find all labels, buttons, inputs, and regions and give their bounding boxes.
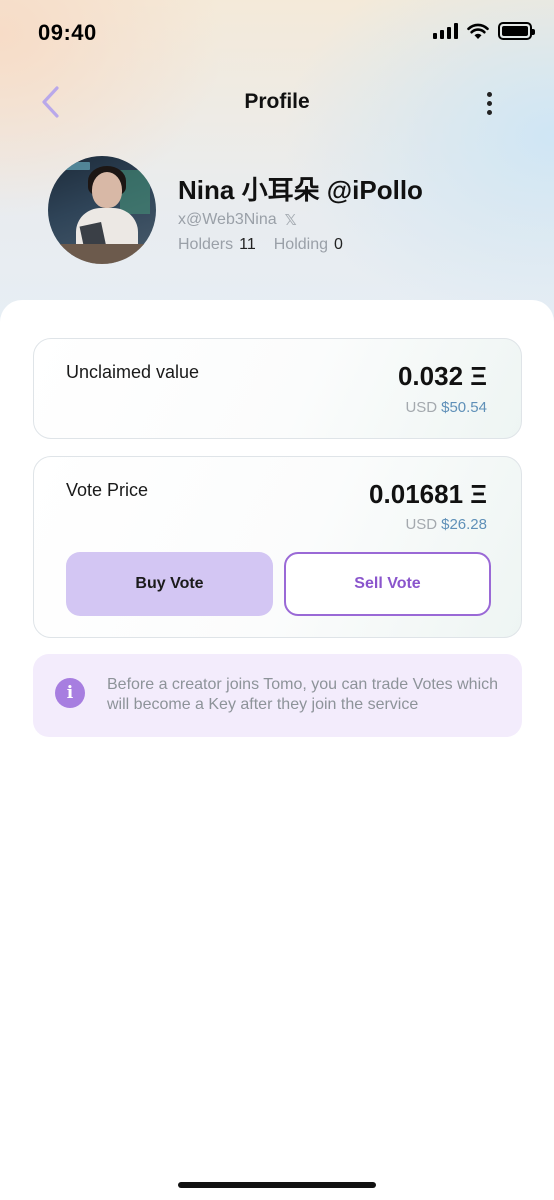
home-indicator[interactable]	[178, 1182, 376, 1188]
status-bar: 09:40	[0, 0, 554, 66]
holding-value: 0	[334, 236, 343, 253]
vote-price-label: Vote Price	[66, 480, 149, 500]
info-text: Before a creator joins Tomo, you can tra…	[107, 676, 499, 713]
signal-icon	[433, 23, 458, 39]
page-title: Profile	[244, 90, 310, 113]
more-vertical-icon	[486, 91, 492, 97]
unclaimed-label: Unclaimed value	[66, 362, 200, 382]
status-time: 09:40	[38, 20, 97, 45]
avatar-detail	[54, 162, 90, 170]
unclaimed-amount: 0.032 Ξ	[397, 361, 487, 391]
battery-icon	[498, 22, 535, 40]
info-icon: i	[55, 678, 85, 708]
avatar-detail	[48, 244, 156, 264]
holding-label: Holding	[273, 236, 329, 253]
vote-price-card: Vote Price 0.01681 Ξ USD $26.28 Buy Vote …	[33, 456, 522, 638]
navigation-bar: Profile	[0, 80, 554, 126]
avatar-detail	[92, 172, 122, 208]
handle-row[interactable]: x@Web3Nina 𝕏	[178, 211, 297, 229]
sell-vote-button[interactable]: Sell Vote	[284, 552, 491, 616]
vote-price-amount: 0.01681 Ξ	[369, 479, 487, 509]
more-dot	[486, 109, 492, 115]
profile-stats: Holders 11 Holding 0	[178, 236, 343, 254]
unclaimed-value-card: Unclaimed value 0.032 Ξ USD $50.54	[33, 338, 522, 439]
usd-label: USD	[405, 399, 438, 416]
avatar[interactable]	[48, 156, 156, 264]
status-icons	[433, 22, 535, 40]
vote-price-usd: USD $26.28	[405, 516, 487, 533]
vote-usd-value: $26.28	[441, 516, 487, 533]
wifi-icon	[467, 23, 489, 39]
usd-label: USD	[405, 516, 438, 533]
profile-summary: Nina 小耳朵 @iPollo x@Web3Nina 𝕏 Holders 11…	[48, 156, 528, 268]
info-banner: i Before a creator joins Tomo, you can t…	[33, 654, 522, 737]
more-options-button[interactable]	[474, 86, 504, 120]
more-dot	[486, 100, 492, 106]
profile-handle: x@Web3Nina	[178, 211, 277, 228]
holders-label: Holders	[178, 236, 234, 253]
unclaimed-usd-value: $50.54	[441, 399, 487, 416]
holders-value: 11	[239, 236, 256, 253]
buy-vote-button[interactable]: Buy Vote	[66, 552, 273, 616]
x-logo-icon[interactable]: 𝕏	[285, 211, 297, 229]
profile-name: Nina 小耳朵 @iPollo	[178, 175, 423, 205]
unclaimed-usd: USD $50.54	[405, 399, 487, 416]
